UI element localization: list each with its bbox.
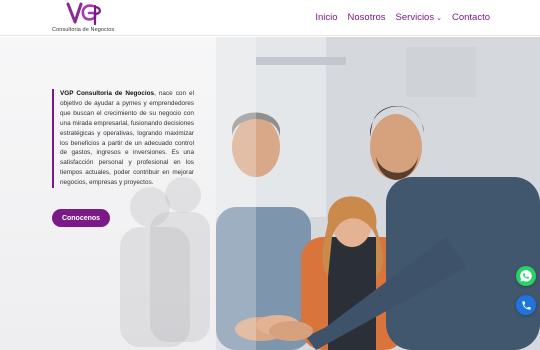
conocenos-button[interactable]: Conocenos [52,209,110,227]
whatsapp-icon [520,270,532,282]
phone-icon [521,300,531,310]
site-header: Consultoria de Negocios Inicio Nosotros … [0,0,540,36]
whatsapp-button[interactable] [516,266,536,286]
team-photo-illustration [216,37,540,350]
hero-intro-bold: VGP Consultoria de Negocios [60,90,155,97]
hero-section: VGP Consultoria de Negocios, nace con el… [0,37,540,350]
hero-left-panel [0,37,216,350]
hero-intro-text: , nace con el objetivo de ayudar a pymes… [60,90,194,187]
nav-item-servicios[interactable]: Servicios ⌄ [396,12,442,23]
logo[interactable]: Consultoria de Negocios [52,2,114,34]
main-nav: Inicio Nosotros Servicios ⌄ Contacto [315,12,490,23]
nav-item-inicio[interactable]: Inicio [315,12,337,23]
nav-item-contacto[interactable]: Contacto [452,12,490,23]
logo-text: Consultoria de Negocios [52,27,115,33]
hero-description: VGP Consultoria de Negocios, nace con el… [52,89,194,189]
nav-item-nosotros[interactable]: Nosotros [348,12,386,23]
hero-photo-team-hands [216,37,540,350]
chevron-down-icon: ⌄ [436,14,442,22]
vgp-logo-icon [66,2,101,26]
phone-button[interactable] [516,295,536,315]
